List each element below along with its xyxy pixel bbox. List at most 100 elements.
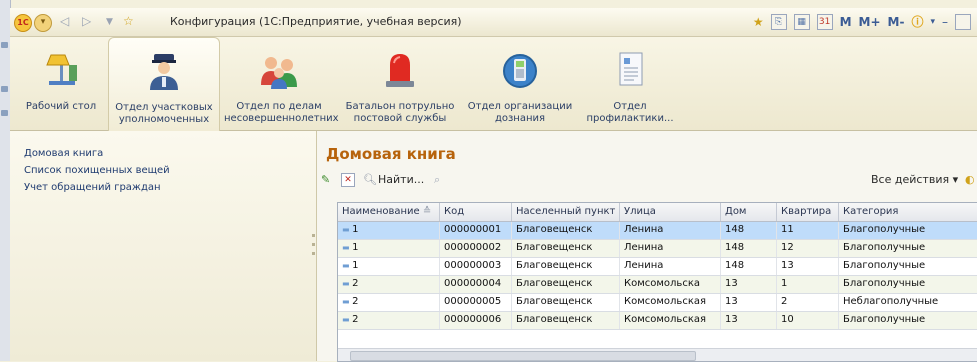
column-header[interactable]: Дом [721, 203, 777, 221]
cell-text: 13 [725, 278, 738, 289]
table-cell: Благовещенск [512, 258, 620, 275]
children-icon [261, 57, 297, 89]
favorites-add-icon[interactable]: ★ [753, 15, 764, 29]
app-logo-icon[interactable]: 1С [14, 14, 32, 32]
minimize-icon[interactable]: – [942, 15, 948, 29]
column-header[interactable]: Населенный пункт [512, 203, 620, 221]
house-book-table: Наименование ≙ Код Населенный пункт Улиц… [337, 202, 977, 362]
cell-text: 000000006 [444, 314, 502, 325]
cancel-search-icon[interactable]: ⌕ [434, 173, 440, 187]
table-cell: Ленина [620, 258, 721, 275]
table-cell: 000000003 [440, 258, 512, 275]
cell-text: Благовещенск [516, 224, 593, 235]
sections-panel: Рабочий стол Отдел участковых уполномоче… [10, 37, 977, 131]
cell-text: Благополучные [843, 260, 926, 271]
favorites-star-icon[interactable]: ☆ [123, 14, 134, 28]
table-cell: Неблагополучные [839, 294, 977, 311]
cell-text: Благовещенск [516, 278, 593, 289]
table-row[interactable]: ▬ 1 000000002 Благовещенск Ленина 148 12 Благо… [338, 240, 977, 258]
command-bar: ✎ ✕ 🔍︎ Найти... ⌕ Все действия ▾ ◐ [317, 171, 977, 191]
column-header[interactable]: Квартира [777, 203, 839, 221]
memory-mplus-button[interactable]: M+ [859, 15, 881, 29]
cell-text: 2 [352, 296, 359, 307]
find-button[interactable]: Найти... [378, 173, 424, 186]
form-area: Домовая книга ✎ ✕ 🔍︎ Найти... ⌕ Все дейс… [317, 131, 977, 362]
table-row[interactable]: ▬ 1 000000001 Благовещенск Ленина 148 11 Благо… [338, 222, 977, 240]
forward-arrow-icon[interactable]: ▷ [82, 14, 91, 28]
table-cell: Благополучные [839, 258, 977, 275]
table-cell: Благовещенск [512, 222, 620, 239]
cell-text: 000000004 [444, 278, 502, 289]
copy-icon[interactable]: ⎘ [770, 13, 787, 30]
element-icon: ▬ [342, 225, 353, 234]
police-officer-icon [150, 54, 178, 90]
table-row[interactable]: ▬ 2 000000004 Благовещенск Комсомольска 13 1 Б… [338, 276, 977, 294]
table-row[interactable]: ▬ 2 000000005 Благовещенск Комсомольская 13 2… [338, 294, 977, 312]
cell-text: 13 [725, 296, 738, 307]
table-cell: 148 [721, 240, 777, 257]
element-icon: ▬ [342, 243, 353, 252]
back-arrow-icon[interactable]: ◁ [60, 14, 69, 28]
nav-item-house-book[interactable]: Домовая книга [24, 148, 103, 159]
column-header[interactable]: Улица [620, 203, 721, 221]
section-desktop[interactable]: Рабочий стол [20, 37, 102, 130]
table-row[interactable]: ▬ 1 000000003 Благовещенск Ленина 148 13 Благо… [338, 258, 977, 276]
cell-text: Комсомольска [624, 278, 700, 289]
table-row[interactable]: ▬ 2 000000006 Благовещенск Комсомольская 13 1… [338, 312, 977, 330]
siren-icon [386, 54, 414, 87]
table-cell: ▬ 1 [338, 258, 440, 275]
section-inquiry[interactable]: Отдел организации дознания [465, 37, 575, 130]
cell-text: Благополучные [843, 224, 926, 235]
cell-text: 1 [352, 224, 359, 235]
horizontal-scrollbar[interactable] [338, 348, 977, 361]
memory-m-button[interactable]: M [840, 15, 852, 29]
cell-text: 000000002 [444, 242, 502, 253]
search-icon[interactable]: 🔍︎ [363, 173, 377, 186]
history-dropdown-icon[interactable]: ▼ [106, 17, 113, 27]
main-menu-icon[interactable]: ▾ [34, 14, 52, 32]
edge-marker-icon [1, 110, 8, 116]
nav-item-stolen-items[interactable]: Список похищенных вещей [24, 165, 170, 176]
calculator-icon[interactable]: ▦ [793, 13, 810, 30]
cell-text: 2 [352, 278, 359, 289]
section-district-officers[interactable]: Отдел участковых уполномоченных [108, 37, 220, 131]
memory-mminus-button[interactable]: M- [888, 15, 905, 29]
right-toolbar: ★ ⎘ ▦ 31 M M+ M- ⓘ ▾ – [753, 13, 971, 30]
cell-text: Комсомольская [624, 314, 707, 325]
left-navigation-panel: Домовая книга Список похищенных вещей Уч… [10, 131, 317, 361]
section-patrol[interactable]: Батальон потрульно постовой службы [340, 37, 460, 130]
nav-item-citizen-requests[interactable]: Учет обращений граждан [24, 182, 161, 193]
table-cell: Благовещенск [512, 294, 620, 311]
table-cell: Комсомольская [620, 312, 721, 329]
section-juvenile[interactable]: Отдел по делам несовершеннолетних [224, 37, 339, 130]
section-label: Отдел участковых уполномоченных [115, 102, 213, 125]
section-label: Отдел организации дознания [467, 101, 573, 124]
calendar-icon[interactable]: 31 [816, 13, 833, 30]
delete-icon[interactable]: ✕ [341, 173, 355, 187]
table-cell: 148 [721, 258, 777, 275]
edit-icon[interactable]: ✎ [321, 173, 330, 186]
table-cell: 13 [721, 294, 777, 311]
element-icon: ▬ [342, 315, 353, 324]
cell-text: 000000001 [444, 224, 502, 235]
table-header: Наименование ≙ Код Населенный пункт Улиц… [338, 203, 977, 222]
help-icon[interactable]: ◐ [965, 173, 975, 186]
column-header[interactable]: Код [440, 203, 512, 221]
cell-text: 13 [725, 314, 738, 325]
scrollbar-thumb[interactable] [350, 351, 696, 361]
element-icon: ▬ [342, 297, 353, 306]
all-actions-menu[interactable]: Все действия ▾ [871, 173, 958, 186]
column-header[interactable]: Наименование ≙ [338, 203, 440, 221]
info-icon[interactable]: ⓘ [911, 13, 923, 30]
cell-text: 1 [352, 260, 359, 271]
section-prevention[interactable]: Отдел профилактики... [580, 37, 680, 130]
table-cell: ▬ 2 [338, 312, 440, 329]
column-header[interactable]: Категория [839, 203, 977, 221]
cell-text: Благополучные [843, 242, 926, 253]
info-dropdown-icon[interactable]: ▾ [930, 17, 935, 27]
maximize-icon[interactable] [955, 13, 971, 30]
splitter-grip[interactable] [312, 234, 316, 264]
table-body: ▬ 1 000000001 Благовещенск Ленина 148 11 Благо… [338, 222, 977, 330]
table-cell: 000000001 [440, 222, 512, 239]
section-label: Рабочий стол [25, 101, 97, 112]
